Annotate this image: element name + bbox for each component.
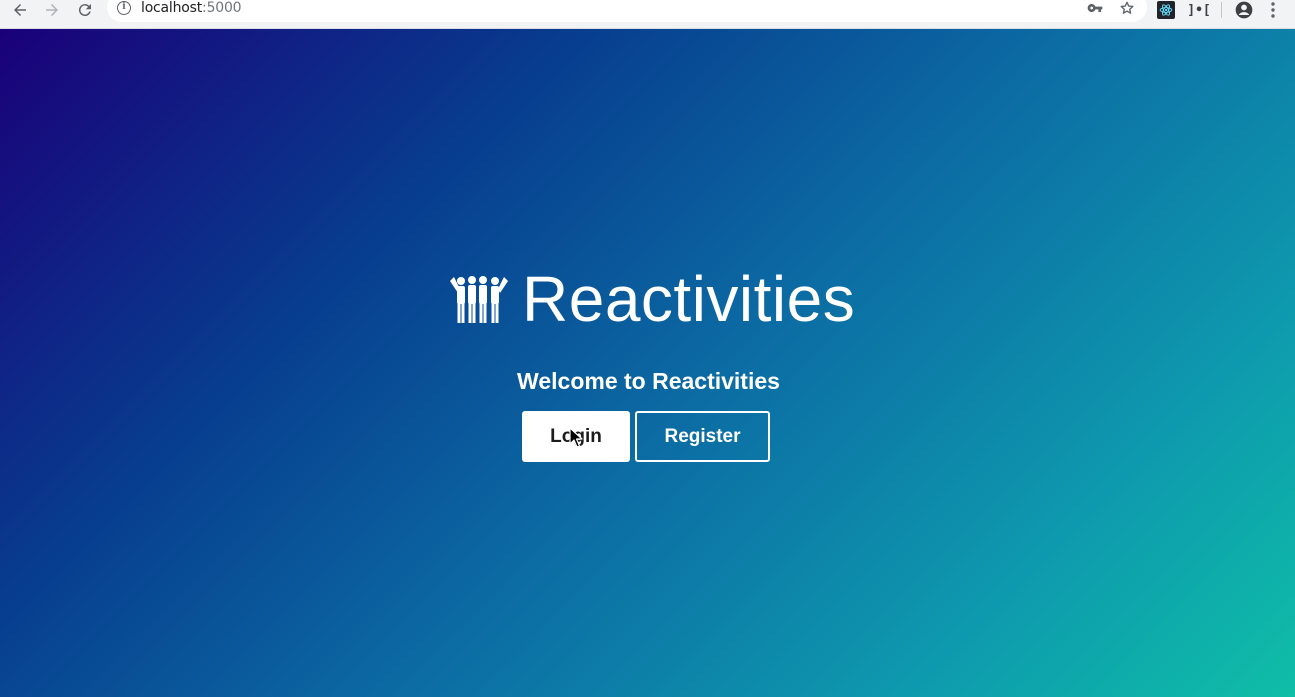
landing-page: Reactivities Welcome to Reactivities Log… bbox=[0, 29, 1295, 697]
key-icon[interactable] bbox=[1087, 0, 1103, 16]
address-bar[interactable]: i localhost:5000 bbox=[107, 0, 1147, 22]
url-host: localhost bbox=[141, 0, 203, 16]
bracket-icon[interactable]: ]•[ bbox=[1187, 0, 1210, 20]
mouse-pointer-icon bbox=[569, 427, 583, 448]
react-icon[interactable] bbox=[1157, 1, 1175, 19]
forward-button[interactable] bbox=[38, 0, 66, 20]
register-button[interactable]: Register bbox=[635, 411, 770, 462]
welcome-heading: Welcome to Reactivities bbox=[517, 368, 780, 394]
kebab-dots-glyph bbox=[1271, 2, 1275, 18]
info-icon[interactable]: i bbox=[117, 1, 131, 15]
star-icon[interactable] bbox=[1119, 0, 1135, 16]
browser-toolbar: i localhost:5000 ]•[ bbox=[0, 0, 1295, 29]
arrow-right-icon bbox=[46, 4, 58, 16]
users-group-icon bbox=[450, 276, 508, 323]
brand-header: Reactivities bbox=[448, 265, 855, 333]
toolbar-divider bbox=[1221, 2, 1222, 18]
masthead: Reactivities Welcome to Reactivities Log… bbox=[0, 29, 1295, 697]
kebab-menu-icon[interactable] bbox=[1266, 0, 1280, 20]
reload-icon bbox=[78, 4, 91, 17]
url-port: :5000 bbox=[202, 0, 242, 16]
reload-button[interactable] bbox=[71, 0, 99, 20]
arrow-left-icon bbox=[14, 4, 26, 16]
react-atom-glyph bbox=[1159, 4, 1173, 16]
url-text[interactable]: localhost:5000 bbox=[141, 0, 242, 16]
account-icon[interactable] bbox=[1234, 0, 1254, 20]
account-circle-glyph bbox=[1235, 1, 1253, 19]
back-button[interactable] bbox=[6, 0, 34, 20]
brand-title: Reactivities bbox=[522, 263, 856, 335]
